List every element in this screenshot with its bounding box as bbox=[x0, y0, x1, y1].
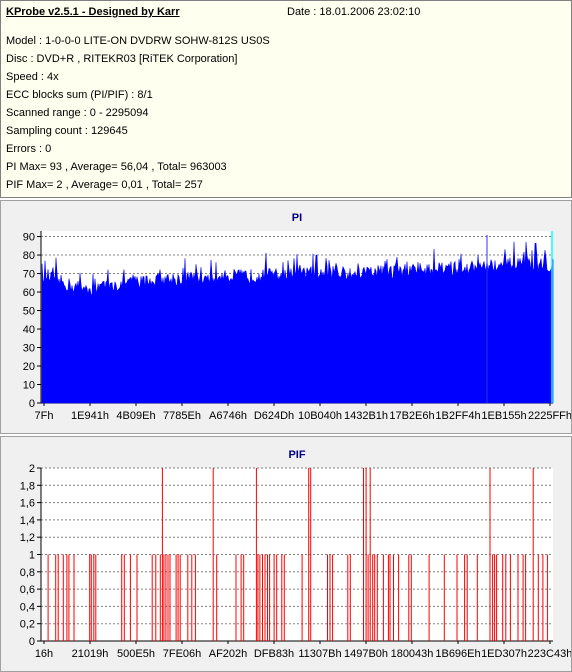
pif-x-tick-label: 16h bbox=[35, 648, 53, 660]
pi-x-tick-label: 7Fh bbox=[35, 410, 54, 422]
pif-x-tick-label: 21019h bbox=[72, 648, 109, 660]
pi-chart-panel: PI 0 10 20 30 40 50 60 70 80 90 7Fh 1E941h 4B09Eh 7785… bbox=[0, 200, 572, 434]
pif-x-tick-label: 500E5h bbox=[117, 648, 155, 660]
pi-y-tick-label: 10 bbox=[23, 380, 35, 392]
pi-x-tick-label: 1432B1h bbox=[344, 410, 388, 422]
pi-y-tick-label: 40 bbox=[23, 324, 35, 336]
pif-x-tick-label: 180043h bbox=[391, 648, 434, 660]
pif-y-tick-label: 1,8 bbox=[20, 480, 35, 492]
scan-date: Date : 18.01.2006 23:02:10 bbox=[287, 6, 421, 18]
info-panel: KProbe v2.5.1 - Designed by Karr Date : … bbox=[0, 0, 572, 198]
pi-y-tick-label: 0 bbox=[29, 398, 35, 410]
pi-stats-line: PI Max= 93 , Average= 56,04 , Total= 963… bbox=[6, 161, 227, 173]
pif-y-tick-label: 1 bbox=[29, 550, 35, 562]
model-line: Model : 1-0-0-0 LITE-ON DVDRW SOHW-812S … bbox=[6, 35, 270, 47]
pif-y-tick-label: 0,4 bbox=[20, 601, 35, 613]
pif-x-tick-label: 7FE06h bbox=[163, 648, 202, 660]
pi-chart-title: PI bbox=[292, 212, 302, 224]
scanned-range-line: Scanned range : 0 - 2295094 bbox=[6, 107, 149, 119]
pi-x-tick-label: 17B2E6h bbox=[389, 410, 434, 422]
disc-line: Disc : DVD+R , RITEKR03 [RiTEK Corporati… bbox=[6, 53, 238, 65]
pif-y-tick-label: 1,6 bbox=[20, 498, 35, 510]
pi-y-tick-label: 60 bbox=[23, 287, 35, 299]
ecc-sum-line: ECC blocks sum (PI/PIF) : 8/1 bbox=[6, 89, 153, 101]
errors-line: Errors : 0 bbox=[6, 143, 52, 155]
pi-y-tick-label: 50 bbox=[23, 306, 35, 318]
pif-x-tick-label: 11307Bh bbox=[298, 648, 341, 660]
pi-x-tick-label: 2225FFh bbox=[528, 410, 571, 422]
pi-x-tick-label: 10B040h bbox=[298, 410, 342, 422]
pi-x-tick-label: 4B09Eh bbox=[116, 410, 155, 422]
pi-x-tick-label: 1E941h bbox=[71, 410, 109, 422]
pif-y-tick-label: 0,6 bbox=[20, 584, 35, 596]
pi-chart: PI 0 10 20 30 40 50 60 70 80 90 7Fh 1E941h 4B09Eh 7785… bbox=[23, 212, 571, 422]
pi-y-tick-label: 90 bbox=[23, 232, 35, 244]
speed-line: Speed : 4x bbox=[6, 71, 59, 83]
pif-chart: PIF 0 0,2 0,4 0,6 0,8 1 1,2 1,4 1,6 1,8 2 16h 21019h 5… bbox=[20, 449, 571, 660]
pi-y-tick-label: 30 bbox=[23, 343, 35, 355]
pif-y-tick-label: 0 bbox=[29, 636, 35, 648]
sampling-count-line: Sampling count : 129645 bbox=[6, 125, 128, 137]
pif-x-tick-label: 1ED307h bbox=[481, 648, 527, 660]
pi-x-tick-label: 1EB155h bbox=[481, 410, 526, 422]
pi-x-tick-label: 7785Eh bbox=[163, 410, 201, 422]
pif-y-tick-label: 0,2 bbox=[20, 619, 35, 631]
pi-y-tick-label: 70 bbox=[23, 269, 35, 281]
app-title: KProbe v2.5.1 - Designed by Karr bbox=[6, 6, 180, 18]
pi-y-tick-label: 20 bbox=[23, 361, 35, 373]
pif-y-tick-label: 0,8 bbox=[20, 567, 35, 579]
pif-x-tick-label: 1497B0h bbox=[344, 648, 388, 660]
pi-x-tick-label: D624Dh bbox=[254, 410, 294, 422]
pif-y-tick-label: 2 bbox=[29, 463, 35, 475]
pi-x-tick-label: 1B2FF4h bbox=[435, 410, 480, 422]
pif-chart-panel: PIF 0 0,2 0,4 0,6 0,8 1 1,2 1,4 1,6 1,8 2 16h 21019h 5… bbox=[0, 436, 572, 672]
pif-y-tick-label: 1,4 bbox=[20, 515, 35, 527]
pif-x-tick-label: 223C43h bbox=[528, 648, 571, 660]
pif-y-tick-label: 1,2 bbox=[20, 532, 35, 544]
pif-stats-line: PIF Max= 2 , Average= 0,01 , Total= 257 bbox=[6, 179, 203, 191]
pif-x-tick-label: AF202h bbox=[209, 648, 248, 660]
pif-chart-title: PIF bbox=[288, 449, 305, 461]
pi-y-tick-label: 80 bbox=[23, 250, 35, 262]
pif-x-tick-label: 1B696Eh bbox=[435, 648, 480, 660]
pif-x-tick-label: DFB83h bbox=[254, 648, 294, 660]
pi-x-tick-label: A6746h bbox=[209, 410, 247, 422]
